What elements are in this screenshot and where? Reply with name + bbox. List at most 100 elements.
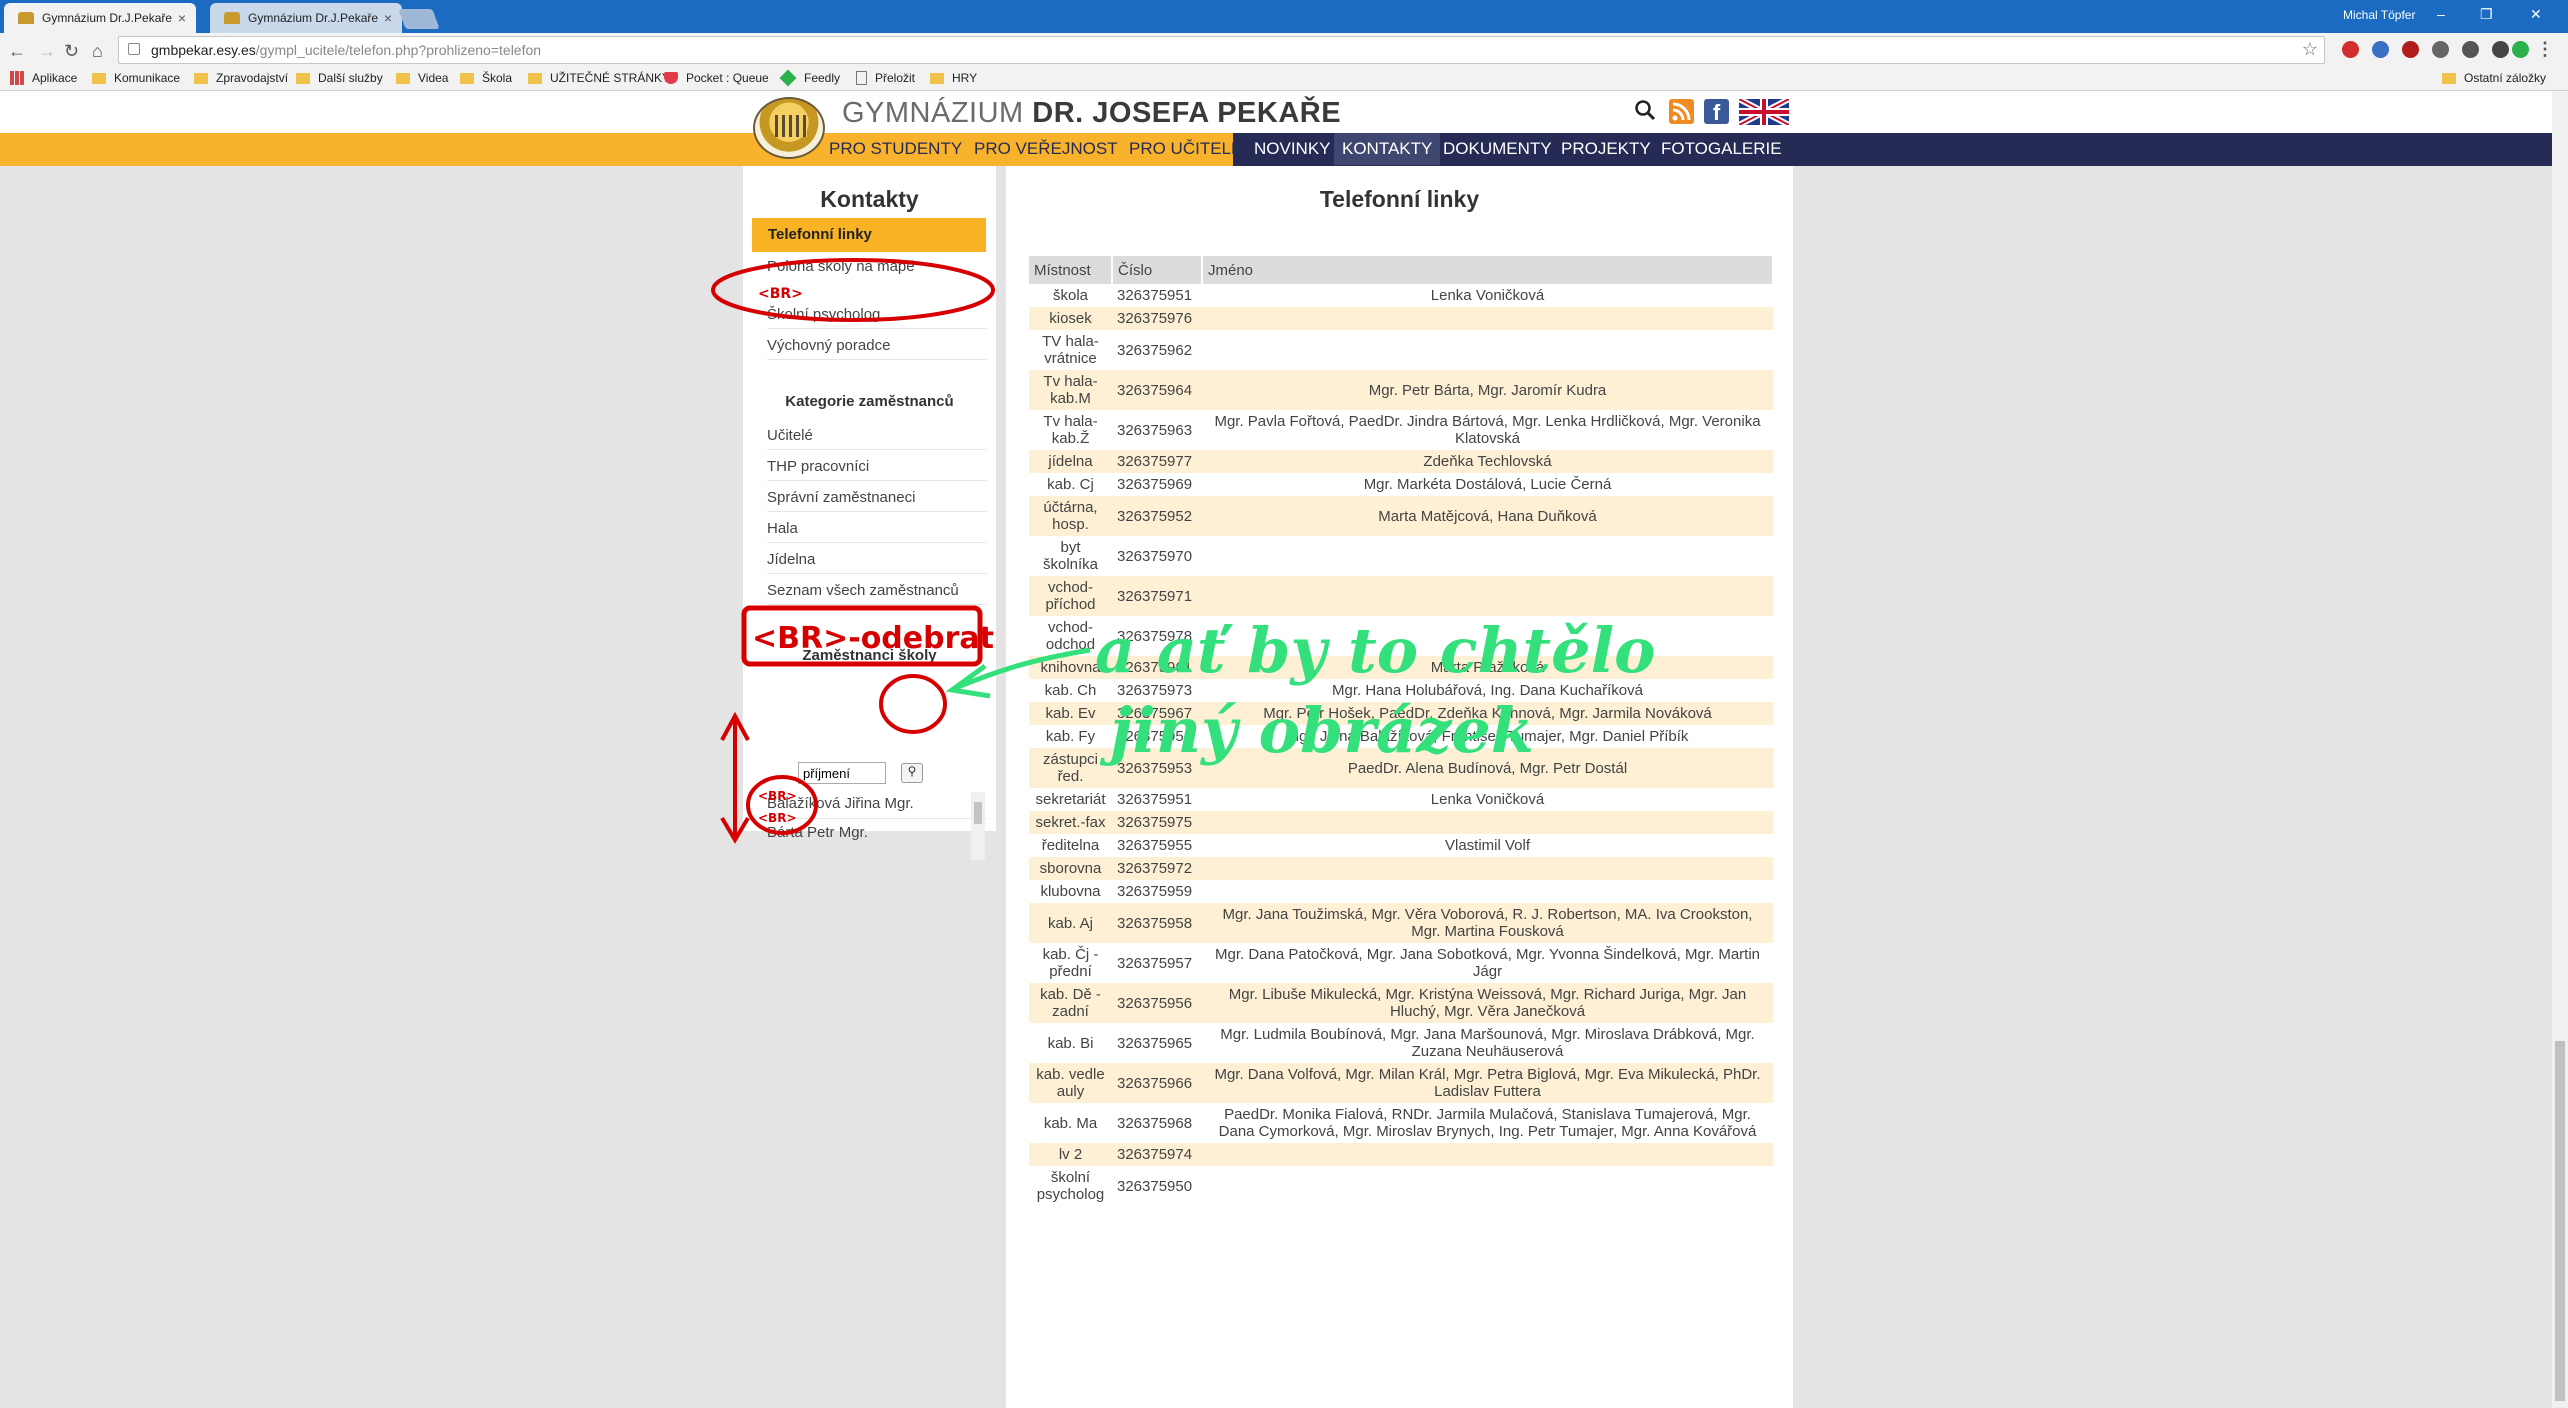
nav-pro-studenty[interactable]: PRO STUDENTY — [829, 139, 962, 159]
surname-search-input[interactable] — [798, 762, 886, 784]
table-row: vchod-odchod 326375978 — [1029, 616, 1773, 656]
school-building-icon — [775, 115, 807, 137]
category-item[interactable]: Seznam všech zaměstnanců — [767, 582, 987, 605]
other-bookmarks[interactable]: Ostatní záložky — [2442, 71, 2546, 85]
nav-novinky[interactable]: NOVINKY — [1254, 139, 1331, 159]
folder-icon — [2442, 72, 2456, 84]
category-item[interactable]: Správní zaměstnaneci — [767, 489, 987, 512]
room-cell: škola — [1029, 284, 1112, 307]
room-cell: klubovna — [1029, 880, 1112, 903]
number-cell: 326375976 — [1112, 307, 1202, 330]
table-row: sekretariát 326375951 Lenka Voničková — [1029, 788, 1773, 811]
nav-kontakty[interactable]: KONTAKTY — [1334, 133, 1441, 165]
room-cell: sekret.-fax — [1029, 811, 1112, 834]
name-cell: Mgr. Hana Holubářová, Ing. Dana Kuchařík… — [1202, 679, 1773, 702]
room-cell: sekretariát — [1029, 788, 1112, 811]
bookmark-folder[interactable]: Zpravodajství — [194, 71, 288, 85]
table-row: byt školníka 326375970 — [1029, 536, 1773, 576]
bookmark-pocket[interactable]: Pocket : Queue — [664, 71, 769, 85]
site-title[interactable]: GYMNÁZIUM DR. JOSEFA PEKAŘE — [842, 97, 1341, 130]
bookmark-translate[interactable]: Přeložit — [856, 71, 915, 85]
extension-icon[interactable] — [2512, 41, 2529, 58]
name-cell: PaedDr. Alena Budínová, Mgr. Petr Dostál — [1202, 748, 1773, 788]
nav-projekty[interactable]: PROJEKTY — [1561, 139, 1651, 159]
bookmark-folder[interactable]: Videa — [396, 71, 448, 85]
name-cell: Mgr. Libuše Mikulecká, Mgr. Kristýna Wei… — [1202, 983, 1773, 1023]
number-cell: 326375955 — [1112, 834, 1202, 857]
employee-list-scrollbar[interactable] — [971, 792, 985, 860]
category-item[interactable]: Učitelé — [767, 427, 987, 450]
school-logo[interactable] — [753, 97, 825, 159]
list-item[interactable]: Balažíková Jiřina Mgr. — [767, 792, 987, 819]
ublock-extension-icon[interactable] — [2342, 41, 2359, 58]
profile-name[interactable]: Michal Töpfer — [2343, 8, 2415, 22]
category-item[interactable]: THP pracovníci — [767, 458, 987, 481]
back-icon[interactable]: ← — [8, 41, 26, 62]
number-cell: 326375959 — [1112, 880, 1202, 903]
sidebar-item-telefonni-linky[interactable]: Telefonní linky — [752, 218, 986, 252]
nav-dokumenty[interactable]: DOKUMENTY — [1443, 139, 1552, 159]
new-tab-button[interactable] — [398, 9, 440, 29]
url-input[interactable]: gmbpekar.esy.es/gympl_ucitele/telefon.ph… — [118, 36, 2325, 64]
english-flag-icon[interactable] — [1739, 99, 1789, 125]
extension-icon[interactable] — [2462, 41, 2479, 58]
close-icon[interactable]: × — [384, 10, 392, 26]
table-row: sekret.-fax 326375975 — [1029, 811, 1773, 834]
search-icon[interactable] — [1634, 99, 1656, 121]
bookmark-star-icon[interactable]: ☆ — [2302, 39, 2318, 60]
bookmark-folder[interactable]: HRY — [930, 71, 977, 85]
number-cell: 326375971 — [1112, 576, 1202, 616]
name-cell — [1202, 1143, 1773, 1166]
sidebar-heading: Kontakty — [820, 186, 919, 212]
page-info-icon[interactable] — [128, 43, 140, 55]
feedly-icon — [779, 69, 797, 87]
home-icon[interactable]: ⌂ — [92, 41, 103, 62]
search-button[interactable]: ⚲ — [901, 763, 923, 783]
bookmark-folder[interactable]: Škola — [460, 71, 512, 85]
page-scrollbar[interactable] — [2552, 91, 2568, 1408]
url-path: /gympl_ucitele/telefon.php?prohlizeno=te… — [255, 42, 542, 58]
room-cell: kiosek — [1029, 307, 1112, 330]
extension-icon[interactable] — [2432, 41, 2449, 58]
sidebar-item-psycholog[interactable]: Školní psycholog — [767, 306, 987, 329]
browser-tab-bar: Gymnázium Dr.J.Pekaře × Gymnázium Dr.J.P… — [0, 0, 2568, 33]
tab-inactive[interactable]: Gymnázium Dr.J.Pekaře × — [210, 3, 402, 33]
bookmark-folder[interactable]: UŽITEČNÉ STRÁNKY — [528, 71, 670, 85]
room-cell: kab. Cj — [1029, 473, 1112, 496]
restore-icon[interactable]: ❐ — [2480, 6, 2493, 23]
rss-icon[interactable] — [1669, 99, 1694, 124]
table-row: sborovna 326375972 — [1029, 857, 1773, 880]
school-favicon-icon — [224, 12, 240, 24]
nav-fotogalerie[interactable]: FOTOGALERIE — [1661, 139, 1782, 159]
table-row: Tv hala-kab.Ž 326375963 Mgr. Pavla Fořtová… — [1029, 410, 1773, 450]
table-row: zástupci řed. 326375953 PaedDr. Alena Budí… — [1029, 748, 1773, 788]
reload-icon[interactable]: ↻ — [64, 41, 79, 62]
nav-pro-ucitele[interactable]: PRO UČITELE — [1129, 139, 1242, 159]
sidebar-item-poradce[interactable]: Výchovný poradce — [767, 337, 987, 360]
number-cell: 326375963 — [1112, 410, 1202, 450]
number-cell: 326375957 — [1112, 943, 1202, 983]
sidebar-item-poloha[interactable]: Poloha školy na mapě — [767, 258, 987, 280]
room-cell: kab. Fy — [1029, 725, 1112, 748]
forward-icon[interactable]: → — [38, 41, 56, 62]
category-item[interactable]: Hala — [767, 520, 987, 543]
extension-icon[interactable] — [2402, 41, 2419, 58]
category-item[interactable]: Jídelna — [767, 551, 987, 574]
minimize-icon[interactable]: – — [2437, 6, 2445, 22]
browser-menu-icon[interactable]: ⋮ — [2536, 39, 2554, 60]
window-close-icon[interactable]: ✕ — [2530, 6, 2542, 23]
table-row: knihovna 326375961 Marta Pražáková — [1029, 656, 1773, 679]
tab-active[interactable]: Gymnázium Dr.J.Pekaře × — [4, 3, 196, 33]
bookmark-folder[interactable]: Další služby — [296, 71, 383, 85]
close-icon[interactable]: × — [178, 10, 186, 26]
employee-list[interactable]: Balažíková Jiřina Mgr. Bárta Petr Mgr. — [767, 792, 987, 860]
extension-icon[interactable] — [2372, 41, 2389, 58]
pocket-extension-icon[interactable] — [2492, 41, 2509, 58]
facebook-icon[interactable]: f — [1704, 99, 1729, 125]
list-item[interactable]: Bárta Petr Mgr. — [767, 819, 987, 848]
bookmark-folder[interactable]: Komunikace — [92, 71, 180, 85]
name-cell: PaedDr. Monika Fialová, RNDr. Jarmila Mu… — [1202, 1103, 1773, 1143]
bookmark-apps[interactable]: Aplikace — [10, 71, 77, 85]
bookmark-feedly[interactable]: Feedly — [779, 69, 840, 87]
nav-pro-verejnost[interactable]: PRO VEŘEJNOST — [974, 139, 1118, 159]
